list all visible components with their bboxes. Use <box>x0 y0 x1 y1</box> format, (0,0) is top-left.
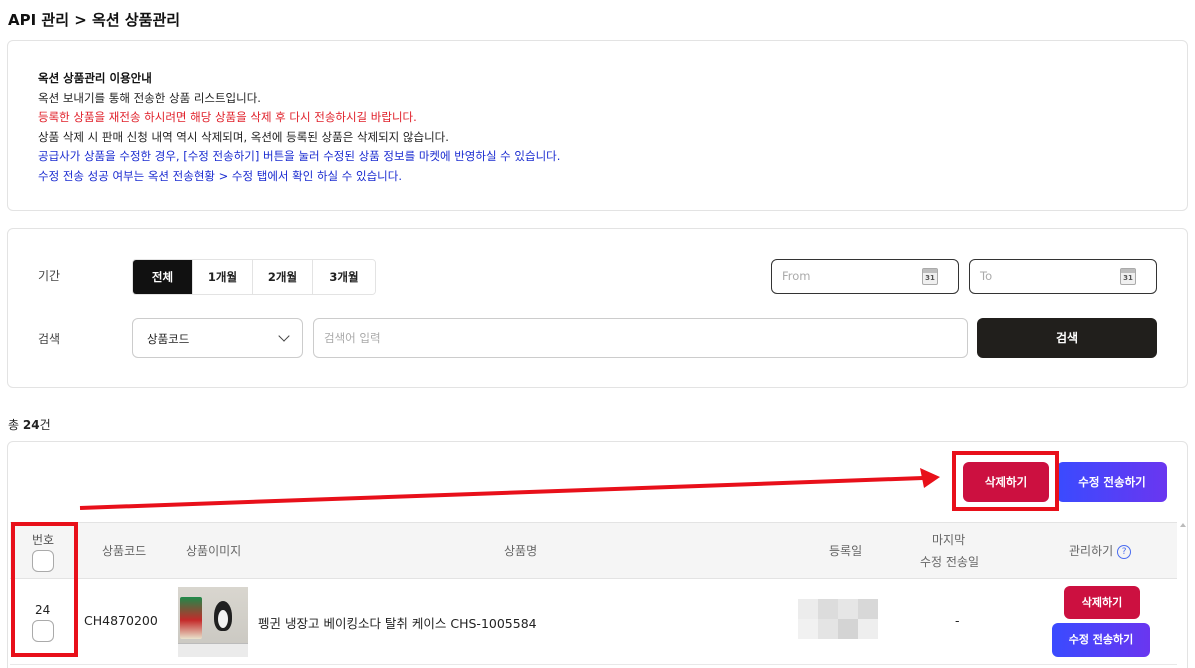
row-last-edit: - <box>955 613 960 628</box>
scroll-up-arrow[interactable] <box>1180 523 1186 527</box>
total-count: 총 24건 <box>8 416 51 433</box>
header-manage: 관리하기? <box>1069 542 1132 559</box>
header-image: 상품이미지 <box>186 544 242 558</box>
row-code: CH4870200 <box>84 613 158 628</box>
date-to-field[interactable]: To 31 <box>969 259 1157 294</box>
date-from-field[interactable]: From 31 <box>771 259 959 294</box>
edit-send-button[interactable]: 수정 전송하기 <box>1057 462 1167 502</box>
notice-line: 옥션 보내기를 통해 전송한 상품 리스트입니다. <box>38 90 261 105</box>
notice-lines: 옥션 상품관리 이용안내 옥션 보내기를 통해 전송한 상품 리스트입니다. 등… <box>38 69 560 186</box>
search-input[interactable] <box>313 318 968 358</box>
search-label: 검색 <box>38 332 61 346</box>
total-prefix: 총 <box>8 418 23 432</box>
calendar-day: 31 <box>1123 274 1133 282</box>
notice-line-info: 공급사가 상품을 수정한 경우, [수정 전송하기] 버튼을 눌러 수정된 상품… <box>38 149 561 163</box>
notice-line-warning: 등록한 상품을 재전송 하시려면 해당 상품을 삭제 후 다시 전송하시길 바랍… <box>38 110 417 124</box>
total-suffix: 건 <box>39 418 51 432</box>
calendar-icon[interactable]: 31 <box>1120 268 1136 285</box>
date-from-placeholder: From <box>782 269 811 283</box>
chevron-down-icon <box>278 330 290 342</box>
breadcrumb: API 관리 > 옥션 상품관리 <box>8 11 181 29</box>
notice-line: 상품 삭제 시 판매 신청 내역 역시 삭제되며, 옥션에 등록된 상품은 삭제… <box>38 129 449 144</box>
search-type-select[interactable]: 상품코드 <box>132 318 303 358</box>
header-registered: 등록일 <box>829 544 863 558</box>
filter-panel: 기간 전체 1개월 2개월 3개월 From 31 To 31 검색 상품코드 … <box>7 228 1188 388</box>
search-button[interactable]: 검색 <box>977 318 1157 358</box>
header-code: 상품코드 <box>102 544 147 558</box>
registered-date-redacted <box>798 599 878 639</box>
table-row: 24 CH4870200 펭귄 냉장고 베이킹소다 탈취 케이스 CHS-100… <box>10 579 1177 665</box>
header-last-edit-2: 수정 전송일 <box>920 555 980 569</box>
table-header: 번호 상품코드 상품이미지 상품명 등록일 마지막 수정 전송일 관리하기? <box>10 522 1177 579</box>
search-type-value: 상품코드 <box>147 332 190 346</box>
highlight-delete-box <box>952 451 1059 511</box>
product-thumbnail[interactable] <box>178 587 248 657</box>
notice-panel: 옥션 상품관리 이용안내 옥션 보내기를 통해 전송한 상품 리스트입니다. 등… <box>7 40 1188 211</box>
penguin-graphic <box>214 601 232 631</box>
notice-title: 옥션 상품관리 이용안내 <box>38 71 152 85</box>
period-label: 기간 <box>38 269 61 283</box>
row-product-name[interactable]: 펭귄 냉장고 베이킹소다 탈취 케이스 CHS-1005584 <box>258 613 537 632</box>
period-option-all[interactable]: 전체 <box>133 260 193 294</box>
product-box-graphic <box>180 597 202 639</box>
annotation-arrow <box>79 468 940 510</box>
calendar-day: 31 <box>925 274 935 282</box>
shelf-graphic <box>178 643 248 657</box>
row-edit-send-button[interactable]: 수정 전송하기 <box>1052 623 1150 657</box>
period-option-3m[interactable]: 3개월 <box>313 260 375 294</box>
period-option-1m[interactable]: 1개월 <box>193 260 253 294</box>
total-number: 24 <box>22 418 40 432</box>
notice-line-info: 수정 전송 성공 여부는 옥션 전송현황 > 수정 탭에서 확인 하실 수 있습… <box>38 168 402 183</box>
date-to-placeholder: To <box>980 269 993 283</box>
header-last-edit-1: 마지막 <box>932 533 966 547</box>
header-name: 상품명 <box>504 544 538 558</box>
row-delete-button[interactable]: 삭제하기 <box>1064 586 1140 619</box>
calendar-icon[interactable]: 31 <box>922 268 938 285</box>
period-option-2m[interactable]: 2개월 <box>253 260 313 294</box>
help-icon[interactable]: ? <box>1117 544 1132 559</box>
period-segment: 전체 1개월 2개월 3개월 <box>132 259 376 295</box>
highlight-checkbox-box <box>11 522 78 657</box>
header-manage-label: 관리하기 <box>1069 544 1114 558</box>
